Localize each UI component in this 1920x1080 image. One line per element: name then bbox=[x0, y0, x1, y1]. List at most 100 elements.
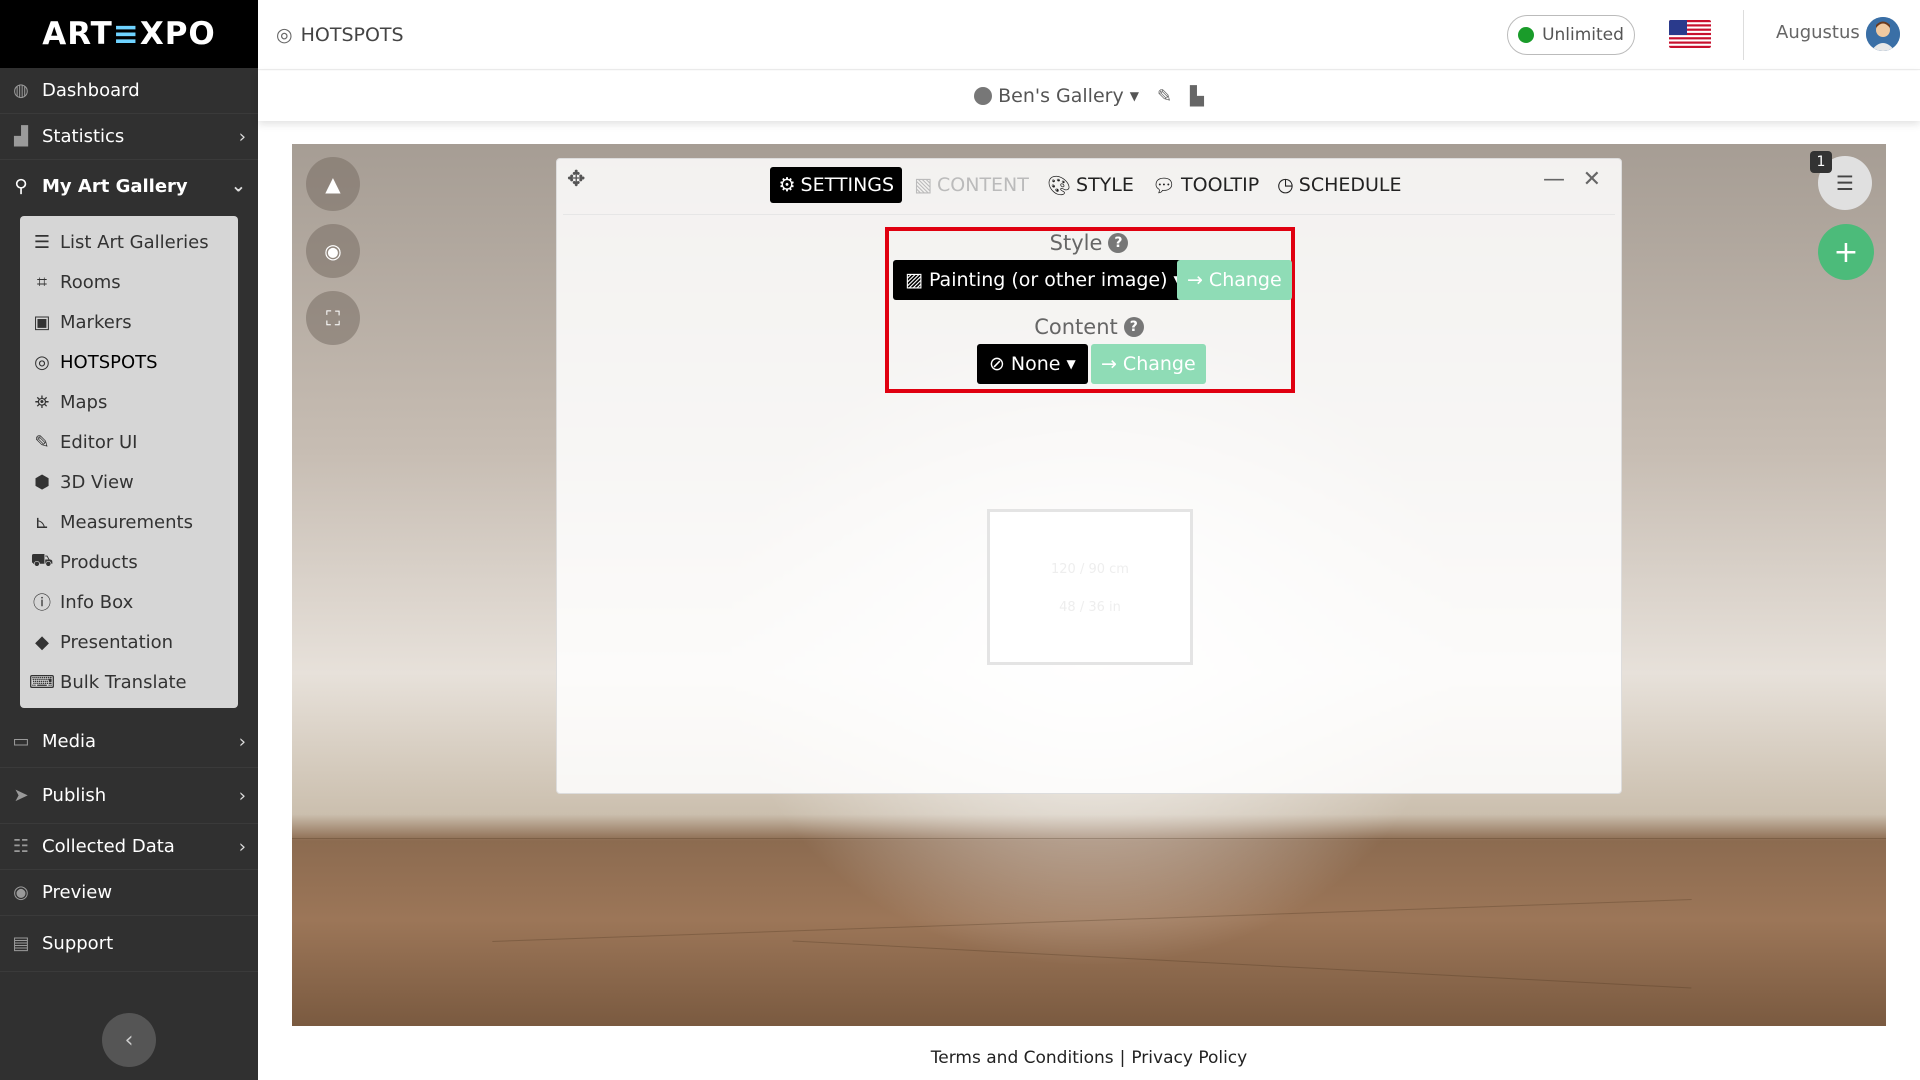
submenu-item-rooms[interactable]: ⌗ Rooms bbox=[20, 262, 238, 302]
submenu-item-label: Products bbox=[60, 551, 138, 573]
content-label-text: Content bbox=[1034, 315, 1118, 339]
image-icon: ▨ bbox=[905, 269, 923, 291]
edit-icon[interactable]: ✎ bbox=[1157, 86, 1172, 107]
media-icon: ▭ bbox=[12, 731, 30, 752]
arrow-right-icon: → bbox=[1101, 353, 1117, 375]
image-button[interactable]: ▲ bbox=[306, 157, 360, 211]
preview-dim-cm: 120 / 90 cm bbox=[1051, 562, 1129, 577]
sidebar-item-label: Media bbox=[42, 731, 97, 752]
cube-icon: ⬢ bbox=[34, 471, 50, 493]
editor-ui-icon[interactable]: ▙ bbox=[1190, 86, 1204, 107]
sidebar-item-collected-data[interactable]: ☷ Collected Data › bbox=[0, 824, 258, 870]
username[interactable]: Augustus bbox=[1776, 22, 1860, 43]
content-change-button[interactable]: → Change bbox=[1091, 344, 1206, 384]
floor-edge bbox=[292, 838, 1886, 839]
gallery-submenu: ☰ List Art Galleries ⌗ Rooms ▣ Markers ◎ HOT… bbox=[20, 216, 238, 708]
hotspots-icon: ◎ bbox=[34, 351, 50, 373]
sidebar-item-publish[interactable]: ➤ Publish › bbox=[0, 768, 258, 824]
sidebar-item-support[interactable]: ▤ Support bbox=[0, 916, 258, 972]
submenu-item-3d-view[interactable]: ⬢ 3D View bbox=[20, 462, 238, 502]
fullscreen-icon: ⛶ bbox=[326, 306, 340, 330]
list-icon: ☰ bbox=[33, 231, 51, 253]
sidebar-item-media[interactable]: ▭ Media › bbox=[0, 716, 258, 768]
footer-separator: | bbox=[1119, 1048, 1126, 1068]
submenu-item-products[interactable]: ⛟ Products bbox=[20, 542, 238, 582]
sidebar-item-statistics[interactable]: ▟ Statistics › bbox=[0, 114, 258, 160]
hotspot-settings-dialog: ✥ — ✕ ⚙ SETTINGS ▧ CONTENT 🎨︎ STYLE 💬︎ TOOLT… bbox=[556, 158, 1622, 794]
chevron-down-icon: ⌄ bbox=[230, 175, 246, 197]
submenu-item-label: Info Box bbox=[60, 591, 134, 613]
style-value: Painting (or other image) bbox=[928, 269, 1168, 291]
markers-icon: ▣ bbox=[33, 311, 51, 333]
fullscreen-button[interactable]: ⛶ bbox=[306, 291, 360, 345]
sidebar-item-my-art-gallery[interactable]: ⚲ My Art Gallery ⌄ bbox=[0, 160, 258, 212]
tab-settings[interactable]: ⚙ SETTINGS bbox=[770, 167, 903, 203]
publish-icon: ➤ bbox=[13, 785, 29, 806]
sidebar-item-label: My Art Gallery bbox=[42, 175, 188, 197]
info-icon: ⓘ bbox=[33, 593, 51, 614]
privacy-link[interactable]: Privacy Policy bbox=[1131, 1048, 1247, 1068]
submenu-item-label: Editor UI bbox=[60, 431, 138, 453]
tab-label: SCHEDULE bbox=[1298, 174, 1402, 196]
terms-link[interactable]: Terms and Conditions bbox=[931, 1048, 1114, 1068]
sidebar-item-label: Support bbox=[42, 933, 114, 954]
chart-icon: ▟ bbox=[14, 126, 28, 147]
sidebar-item-dashboard[interactable]: ◍ Dashboard bbox=[0, 68, 258, 114]
chevron-right-icon: › bbox=[238, 126, 246, 147]
tab-schedule[interactable]: ◷ SCHEDULE bbox=[1271, 167, 1407, 203]
tab-label: TOOLTIP bbox=[1181, 174, 1260, 196]
numbered-list-icon: ☰ bbox=[1836, 171, 1854, 195]
sidebar-item-label: Collected Data bbox=[42, 836, 175, 857]
help-icon[interactable]: ? bbox=[1108, 233, 1129, 253]
app-logo[interactable]: ART ≡ XPO bbox=[0, 0, 258, 68]
gear-icon: ⚙ bbox=[778, 174, 796, 196]
sidebar-item-label: Publish bbox=[42, 785, 107, 806]
avatar[interactable] bbox=[1866, 17, 1900, 51]
eye-icon: ◉ bbox=[13, 882, 29, 903]
submenu-item-label: Presentation bbox=[60, 631, 174, 653]
submenu-item-markers[interactable]: ▣ Markers bbox=[20, 302, 238, 342]
submenu-item-info-box[interactable]: ⓘ Info Box bbox=[20, 582, 238, 622]
submenu-item-presentation[interactable]: ◆ Presentation bbox=[20, 622, 238, 662]
content-value: None bbox=[1010, 353, 1061, 375]
gallery-status-icon bbox=[974, 87, 993, 105]
page-title: ◎ HOTSPOTS bbox=[276, 24, 404, 46]
gallery-select[interactable]: Ben's Gallery ▼ bbox=[974, 85, 1139, 107]
style-change-button[interactable]: → Change bbox=[1177, 260, 1292, 300]
us-flag-icon[interactable] bbox=[1669, 20, 1711, 48]
painting-preview: 120 / 90 cm 48 / 36 in bbox=[987, 509, 1193, 665]
plan-badge[interactable]: Unlimited bbox=[1507, 15, 1635, 55]
tab-label: SETTINGS bbox=[800, 174, 895, 196]
plan-label: Unlimited bbox=[1542, 25, 1624, 45]
preview-button[interactable]: ◉ bbox=[306, 224, 360, 278]
submenu-item-bulk-translate[interactable]: ⌨ Bulk Translate bbox=[20, 662, 238, 702]
sidebar-item-label: Dashboard bbox=[42, 80, 140, 101]
help-icon[interactable]: ? bbox=[1123, 317, 1144, 337]
submenu-item-hotspots[interactable]: ◎ HOTSPOTS bbox=[20, 342, 238, 382]
submenu-item-label: Measurements bbox=[60, 511, 193, 533]
editor-icon: ✎ bbox=[34, 431, 50, 453]
eye-icon: ◉ bbox=[324, 239, 342, 263]
chevron-right-icon: › bbox=[238, 785, 246, 806]
image-icon: ▲ bbox=[325, 172, 341, 196]
collapse-sidebar-button[interactable]: ‹ bbox=[102, 1013, 156, 1067]
style-dropdown[interactable]: ▨ Painting (or other image) ▼ bbox=[893, 260, 1195, 300]
hotspot-count-badge: 1 bbox=[1810, 151, 1832, 173]
submenu-item-measurements[interactable]: ⊾ Measurements bbox=[20, 502, 238, 542]
add-hotspot-button[interactable]: + bbox=[1818, 224, 1874, 280]
dialog-tabs: ⚙ SETTINGS ▧ CONTENT 🎨︎ STYLE 💬︎ TOOLTIP ◷ SC… bbox=[557, 167, 1621, 203]
sidebar-item-label: Preview bbox=[42, 882, 113, 903]
change-label: Change bbox=[1208, 269, 1282, 291]
submenu-item-label: Maps bbox=[60, 391, 108, 413]
comment-icon: 💬︎ bbox=[1151, 174, 1177, 197]
tab-content[interactable]: ▧ CONTENT bbox=[908, 167, 1035, 203]
ban-icon: ⊘ bbox=[989, 353, 1005, 375]
content-dropdown[interactable]: ⊘ None ▼ bbox=[977, 344, 1088, 384]
submenu-item-list-art-galleries[interactable]: ☰ List Art Galleries bbox=[20, 222, 238, 262]
tab-style[interactable]: 🎨︎ STYLE bbox=[1041, 167, 1140, 203]
tab-tooltip[interactable]: 💬︎ TOOLTIP bbox=[1146, 167, 1265, 203]
sidebar-item-preview[interactable]: ◉ Preview bbox=[0, 870, 258, 916]
chevron-right-icon: › bbox=[238, 836, 246, 857]
submenu-item-maps[interactable]: ⛯ Maps bbox=[20, 382, 238, 422]
submenu-item-editor-ui[interactable]: ✎ Editor UI bbox=[20, 422, 238, 462]
